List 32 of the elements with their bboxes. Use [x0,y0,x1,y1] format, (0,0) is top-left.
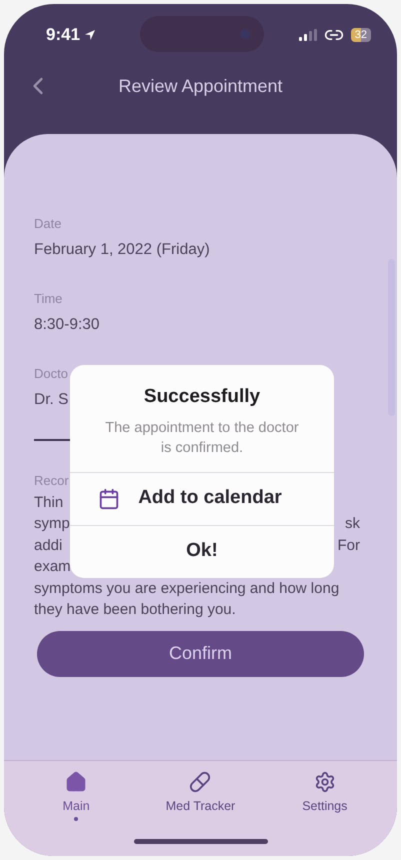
paragraph-text: symp [34,514,70,534]
field-label: Date [34,216,62,232]
dialog-title: Successfully [142,385,262,409]
field-label: Docto [34,366,68,382]
paragraph-text: exam [34,557,71,577]
paragraph-text: For [338,536,360,556]
screen-title: Review Appointment [117,74,284,98]
field-value: Dr. S [34,390,68,410]
dialog-message: The appointment to the doctor is confirmed. [104,418,300,458]
home-icon [65,771,88,793]
confirm-button[interactable]: Confirm [37,630,364,676]
nav-tab[interactable]: Med Tracker [145,771,256,821]
location-icon [84,29,96,41]
nav-tab[interactable]: Settings [270,771,380,821]
field-label: Recor [34,472,69,488]
paragraph-text: addi [34,536,62,556]
paragraph-text: symptoms you are experiencing and how long [34,578,340,598]
calendar-icon [98,488,120,510]
nav-tab[interactable]: Main [21,771,132,821]
settings-icon [314,771,336,793]
signal-icon [298,29,317,41]
field-label: Time [34,291,62,307]
field-value: 8:30-9:30 [34,315,100,335]
battery-indicator: 32 [350,28,371,42]
status-time: 9:41 [46,24,80,46]
paragraph-text: Thin [34,492,64,512]
paragraph-text: sk [345,514,360,534]
field-value: February 1, 2022 (Friday) [34,240,210,260]
pill-icon [189,771,212,793]
paragraph-text: they have been bothering you. [34,600,236,620]
dialog-action[interactable]: Ok! [70,524,334,578]
dialog-action[interactable]: Add to calendar [70,472,334,524]
